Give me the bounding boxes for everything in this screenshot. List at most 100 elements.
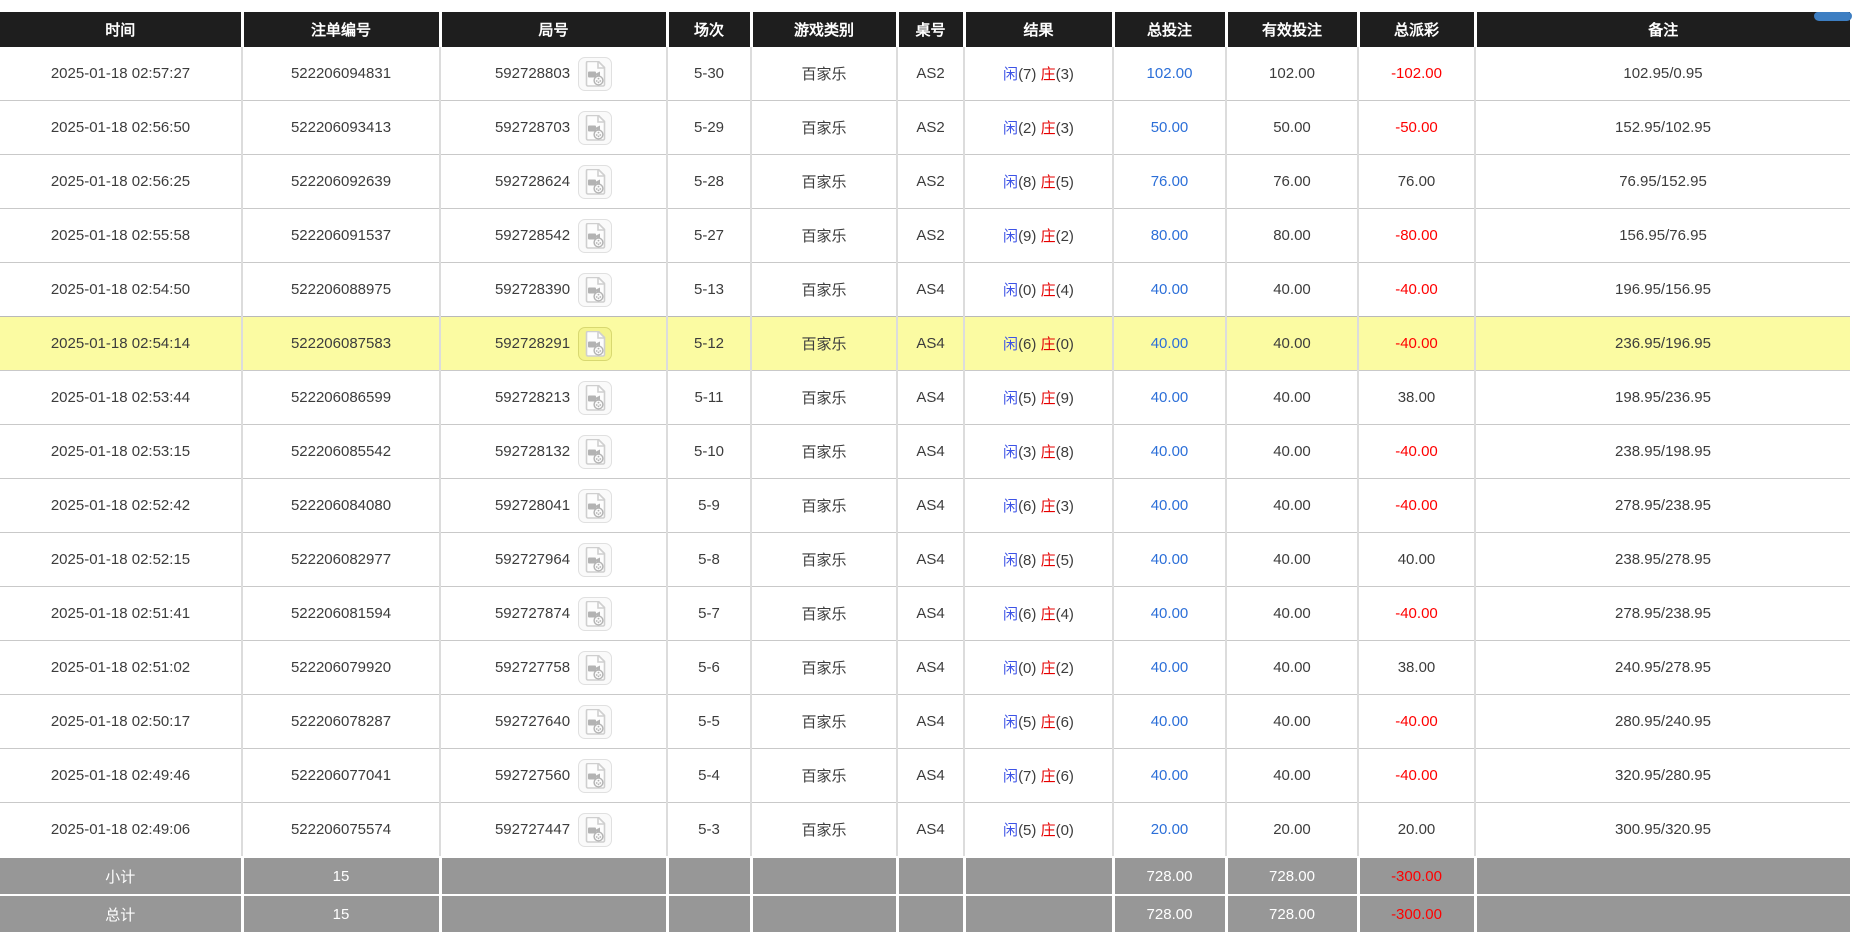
video-replay-button[interactable] (578, 327, 612, 361)
cell-bet-no: 522206085542 (242, 425, 440, 479)
player-result-label: 闲 (1003, 444, 1018, 461)
col-header-remark: 备注 (1475, 12, 1850, 47)
subtotal-row: 小计 15 728.00 728.00 -300.00 (0, 857, 1850, 895)
cell-total-bet[interactable]: 80.00 (1113, 209, 1226, 263)
cell-session: 5-4 (667, 749, 751, 803)
video-replay-button[interactable] (578, 759, 612, 793)
table-row: 2025-01-18 02:51:02522206079920592727758… (0, 641, 1850, 695)
cell-total-bet[interactable]: 40.00 (1113, 479, 1226, 533)
cell-total-bet[interactable]: 40.00 (1113, 641, 1226, 695)
cell-result: 闲(7) 庄(6) (964, 749, 1113, 803)
table-row: 2025-01-18 02:52:42522206084080592728041… (0, 479, 1850, 533)
table-row: 2025-01-18 02:56:50522206093413592728703… (0, 101, 1850, 155)
cell-round-no: 592727447 (440, 803, 667, 858)
cell-remark: 278.95/238.95 (1475, 587, 1850, 641)
cell-payout: 20.00 (1358, 803, 1475, 858)
banker-result-score: (6) (1056, 768, 1074, 785)
cell-bet-no: 522206092639 (242, 155, 440, 209)
video-replay-button[interactable] (578, 597, 612, 631)
cell-game-type: 百家乐 (751, 425, 897, 479)
cell-total-bet[interactable]: 20.00 (1113, 803, 1226, 858)
video-replay-button[interactable] (578, 165, 612, 199)
cell-bet-no: 522206091537 (242, 209, 440, 263)
video-replay-icon (583, 493, 607, 519)
cell-session: 5-6 (667, 641, 751, 695)
cell-total-bet[interactable]: 40.00 (1113, 749, 1226, 803)
col-header-total-bet: 总投注 (1113, 12, 1226, 47)
cell-game-type: 百家乐 (751, 587, 897, 641)
banker-result-label: 庄 (1041, 660, 1056, 677)
cell-bet-no: 522206094831 (242, 47, 440, 101)
video-replay-icon (583, 61, 607, 87)
video-replay-button[interactable] (578, 219, 612, 253)
cell-payout: -40.00 (1358, 749, 1475, 803)
cell-total-bet[interactable]: 40.00 (1113, 587, 1226, 641)
table-row: 2025-01-18 02:49:46522206077041592727560… (0, 749, 1850, 803)
cell-table-no: AS4 (897, 641, 964, 695)
cell-total-bet[interactable]: 76.00 (1113, 155, 1226, 209)
subtotal-label: 小计 (0, 857, 242, 895)
col-header-session: 场次 (667, 12, 751, 47)
video-replay-button[interactable] (578, 705, 612, 739)
round-number: 592727560 (495, 767, 570, 784)
cell-remark: 152.95/102.95 (1475, 101, 1850, 155)
cell-bet-no: 522206082977 (242, 533, 440, 587)
cell-total-bet[interactable]: 102.00 (1113, 47, 1226, 101)
cell-valid-bet: 80.00 (1226, 209, 1358, 263)
video-replay-button[interactable] (578, 111, 612, 145)
cell-total-bet[interactable]: 40.00 (1113, 263, 1226, 317)
cell-result: 闲(3) 庄(8) (964, 425, 1113, 479)
video-replay-button[interactable] (578, 435, 612, 469)
cell-time: 2025-01-18 02:49:46 (0, 749, 242, 803)
cell-total-bet[interactable]: 40.00 (1113, 317, 1226, 371)
round-number: 592728390 (495, 281, 570, 298)
cell-result: 闲(5) 庄(6) (964, 695, 1113, 749)
cell-remark: 320.95/280.95 (1475, 749, 1850, 803)
cell-session: 5-12 (667, 317, 751, 371)
video-replay-button[interactable] (578, 381, 612, 415)
cell-total-bet[interactable]: 40.00 (1113, 695, 1226, 749)
player-result-label: 闲 (1003, 606, 1018, 623)
video-replay-button[interactable] (578, 651, 612, 685)
round-number: 592728542 (495, 227, 570, 244)
round-number: 592728291 (495, 335, 570, 352)
cell-valid-bet: 40.00 (1226, 425, 1358, 479)
video-replay-button[interactable] (578, 543, 612, 577)
video-replay-button[interactable] (578, 273, 612, 307)
video-replay-icon (583, 763, 607, 789)
cell-payout: -40.00 (1358, 587, 1475, 641)
cell-game-type: 百家乐 (751, 155, 897, 209)
table-header: 时间 注单编号 局号 场次 游戏类别 桌号 结果 总投注 有效投注 总派彩 备注 (0, 12, 1850, 47)
video-replay-button[interactable] (578, 489, 612, 523)
cell-table-no: AS2 (897, 209, 964, 263)
table-row: 2025-01-18 02:53:44522206086599592728213… (0, 371, 1850, 425)
video-replay-button[interactable] (578, 813, 612, 847)
cell-total-bet[interactable]: 40.00 (1113, 533, 1226, 587)
cell-total-bet[interactable]: 50.00 (1113, 101, 1226, 155)
round-number: 592728803 (495, 65, 570, 82)
cell-game-type: 百家乐 (751, 209, 897, 263)
cell-table-no: AS4 (897, 371, 964, 425)
video-replay-button[interactable] (578, 57, 612, 91)
banker-result-label: 庄 (1041, 822, 1056, 839)
col-header-result: 结果 (964, 12, 1113, 47)
player-result-label: 闲 (1003, 552, 1018, 569)
cell-total-bet[interactable]: 40.00 (1113, 425, 1226, 479)
cell-remark: 198.95/236.95 (1475, 371, 1850, 425)
cell-valid-bet: 40.00 (1226, 479, 1358, 533)
player-result-label: 闲 (1003, 822, 1018, 839)
top-right-button-clipped[interactable] (1814, 12, 1852, 21)
cell-round-no: 592727560 (440, 749, 667, 803)
banker-result-score: (3) (1056, 66, 1074, 83)
table-row: 2025-01-18 02:55:58522206091537 592728542… (0, 209, 1850, 263)
cell-payout: -40.00 (1358, 479, 1475, 533)
cell-total-bet[interactable]: 40.00 (1113, 371, 1226, 425)
player-result-score: (7) (1018, 66, 1036, 83)
cell-time: 2025-01-18 02:55:58 (0, 209, 242, 263)
cell-round-no: 592728703 (440, 101, 667, 155)
cell-valid-bet: 40.00 (1226, 749, 1358, 803)
cell-payout: 40.00 (1358, 533, 1475, 587)
banker-result-score: (3) (1056, 498, 1074, 515)
round-number: 592727640 (495, 713, 570, 730)
player-result-label: 闲 (1003, 174, 1018, 191)
